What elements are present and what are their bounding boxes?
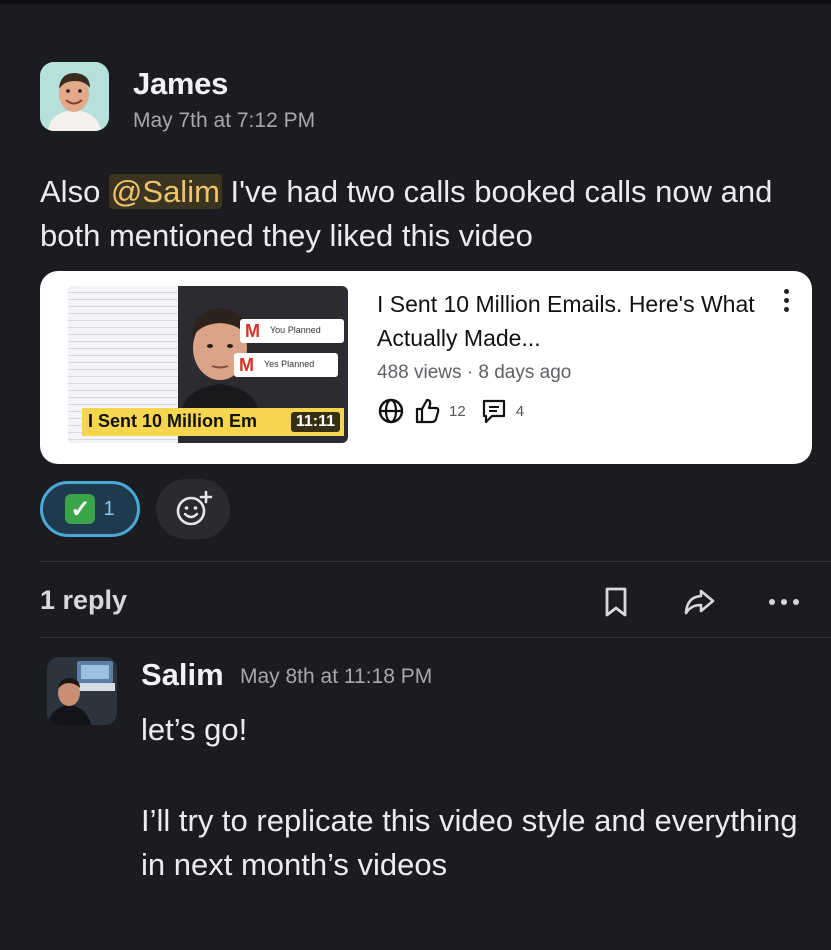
more-vertical-icon[interactable] xyxy=(780,289,792,317)
check-mark-emoji-icon: ✓ xyxy=(65,494,96,524)
divider xyxy=(40,561,831,562)
thumbnail-gmail-tag: M You Planned xyxy=(240,319,344,343)
avatar-salim[interactable] xyxy=(47,657,117,725)
mention-salim[interactable]: @Salim xyxy=(108,174,222,209)
thumbnail-tag-text: You Planned xyxy=(270,325,321,335)
avatar-james[interactable] xyxy=(40,62,109,131)
video-title[interactable]: I Sent 10 Million Emails. Here's What Ac… xyxy=(377,287,757,355)
like-count: 12 xyxy=(449,402,466,420)
top-edge xyxy=(0,0,831,4)
reply-text-line: let’s go! xyxy=(141,712,248,747)
gmail-icon: M xyxy=(239,355,254,375)
person-avatar-icon xyxy=(40,62,109,131)
add-reaction-button[interactable] xyxy=(156,479,230,539)
globe-icon xyxy=(378,398,404,424)
reply-timestamp[interactable]: May 8th at 11:18 PM xyxy=(240,665,432,689)
reaction-check[interactable]: ✓ 1 xyxy=(40,481,140,537)
person-avatar-icon xyxy=(47,657,117,725)
slack-thread-screen: James May 7th at 7:12 PM Also @Salim I'v… xyxy=(0,0,831,950)
share-icon[interactable] xyxy=(681,584,717,620)
comment-count: 4 xyxy=(515,402,525,420)
divider xyxy=(40,637,831,638)
add-emoji-icon xyxy=(176,490,213,526)
reply-author[interactable]: Salim xyxy=(141,657,224,693)
comment-icon[interactable] xyxy=(480,397,508,425)
thumbnail-tag-text: Yes Planned xyxy=(264,359,315,369)
reply-count-link[interactable]: 1 reply xyxy=(40,585,127,616)
thumbs-up-icon[interactable] xyxy=(413,397,441,425)
thumbnail-gmail-tag: M Yes Planned xyxy=(234,353,338,377)
bookmark-icon[interactable] xyxy=(598,584,634,620)
gmail-icon: M xyxy=(245,321,260,341)
message-text: Also @Salim I've had two calls booked ca… xyxy=(40,170,820,258)
message-author[interactable]: James xyxy=(133,66,228,102)
video-stats: 12 4 xyxy=(377,397,530,425)
message-text-start: Also xyxy=(40,174,109,209)
more-horizontal-icon[interactable] xyxy=(766,584,802,620)
reaction-count: 1 xyxy=(103,497,115,520)
video-thumbnail[interactable]: M You Planned M Yes Planned I Sent 10 Mi… xyxy=(68,286,348,443)
message-timestamp[interactable]: May 7th at 7:12 PM xyxy=(133,109,315,133)
video-duration: 11:11 xyxy=(290,412,340,432)
reply-text-body: I’ll try to replicate this video style a… xyxy=(141,803,798,882)
video-meta: 488 views · 8 days ago xyxy=(377,362,572,383)
video-preview-card[interactable]: M You Planned M Yes Planned I Sent 10 Mi… xyxy=(40,271,812,464)
